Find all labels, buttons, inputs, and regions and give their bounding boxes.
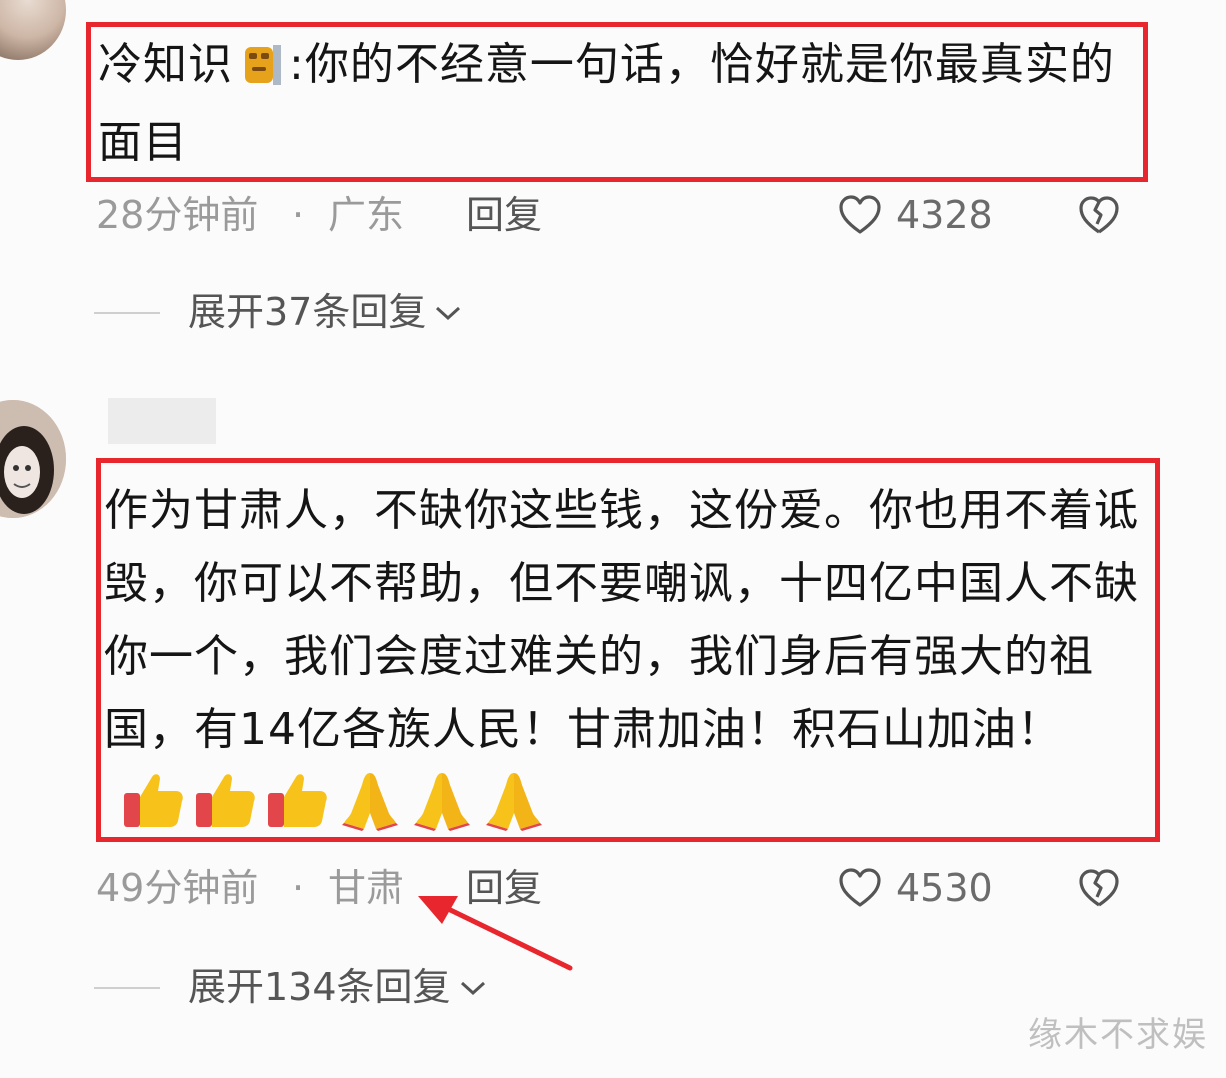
thumbs-up-icon <box>196 774 255 827</box>
comment-meta: 49分钟前 · 甘肃 回复 4530 <box>96 863 1136 913</box>
folded-hands-icon <box>486 773 542 831</box>
avatar-photo <box>0 400 66 518</box>
meta-separator: · <box>292 193 305 237</box>
chevron-down-icon <box>436 306 461 321</box>
like-count: 4530 <box>896 866 993 910</box>
heart-icon[interactable] <box>838 867 882 909</box>
expand-replies-label: 展开134条回复 <box>188 965 451 1009</box>
comment-text-body: 作为甘肃人，不缺你这些钱，这份爱。你也用不着诋毁，你可以不帮助，但不要嘲讽，十四… <box>104 485 1139 755</box>
avatar[interactable] <box>0 400 66 518</box>
username[interactable] <box>108 398 216 444</box>
comment-time: 49分钟前 <box>96 866 259 910</box>
heart-icon[interactable] <box>838 194 882 236</box>
thumbs-up-icon <box>268 774 327 827</box>
cat-face-icon <box>245 45 281 85</box>
reply-button[interactable]: 回复 <box>466 190 542 240</box>
comment-location: 广东 <box>328 193 405 237</box>
comment-time: 28分钟前 <box>96 193 259 237</box>
comment-text: 作为甘肃人，不缺你这些钱，这份爱。你也用不着诋毁，你可以不帮助，但不要嘲讽，十四… <box>104 474 1144 853</box>
comment-text: 冷知识 :你的不经意一句话，恰好就是你最真实的面目 <box>98 26 1128 182</box>
divider <box>94 987 160 989</box>
comment-text-prefix: 冷知识 <box>98 39 233 90</box>
comment-location: 甘肃 <box>328 866 405 910</box>
watermark: 缘木不求娱 <box>1028 1015 1208 1055</box>
avatar[interactable] <box>0 0 66 60</box>
thumbs-up-icon <box>124 774 183 827</box>
divider <box>94 312 160 314</box>
meta-separator: · <box>292 866 305 910</box>
folded-hands-icon <box>414 773 470 831</box>
broken-heart-icon[interactable] <box>1078 194 1120 236</box>
chevron-down-icon <box>460 981 485 996</box>
comments-page: 冷知识 :你的不经意一句话，恰好就是你最真实的面目 28分钟前 · 广东 回复 … <box>0 0 1226 1078</box>
emoji-row <box>122 767 554 853</box>
expand-replies-label: 展开37条回复 <box>188 290 427 334</box>
folded-hands-icon <box>342 773 398 831</box>
comment-meta: 28分钟前 · 广东 回复 4328 <box>96 190 1136 240</box>
like-count: 4328 <box>896 193 993 237</box>
broken-heart-icon[interactable] <box>1078 867 1120 909</box>
